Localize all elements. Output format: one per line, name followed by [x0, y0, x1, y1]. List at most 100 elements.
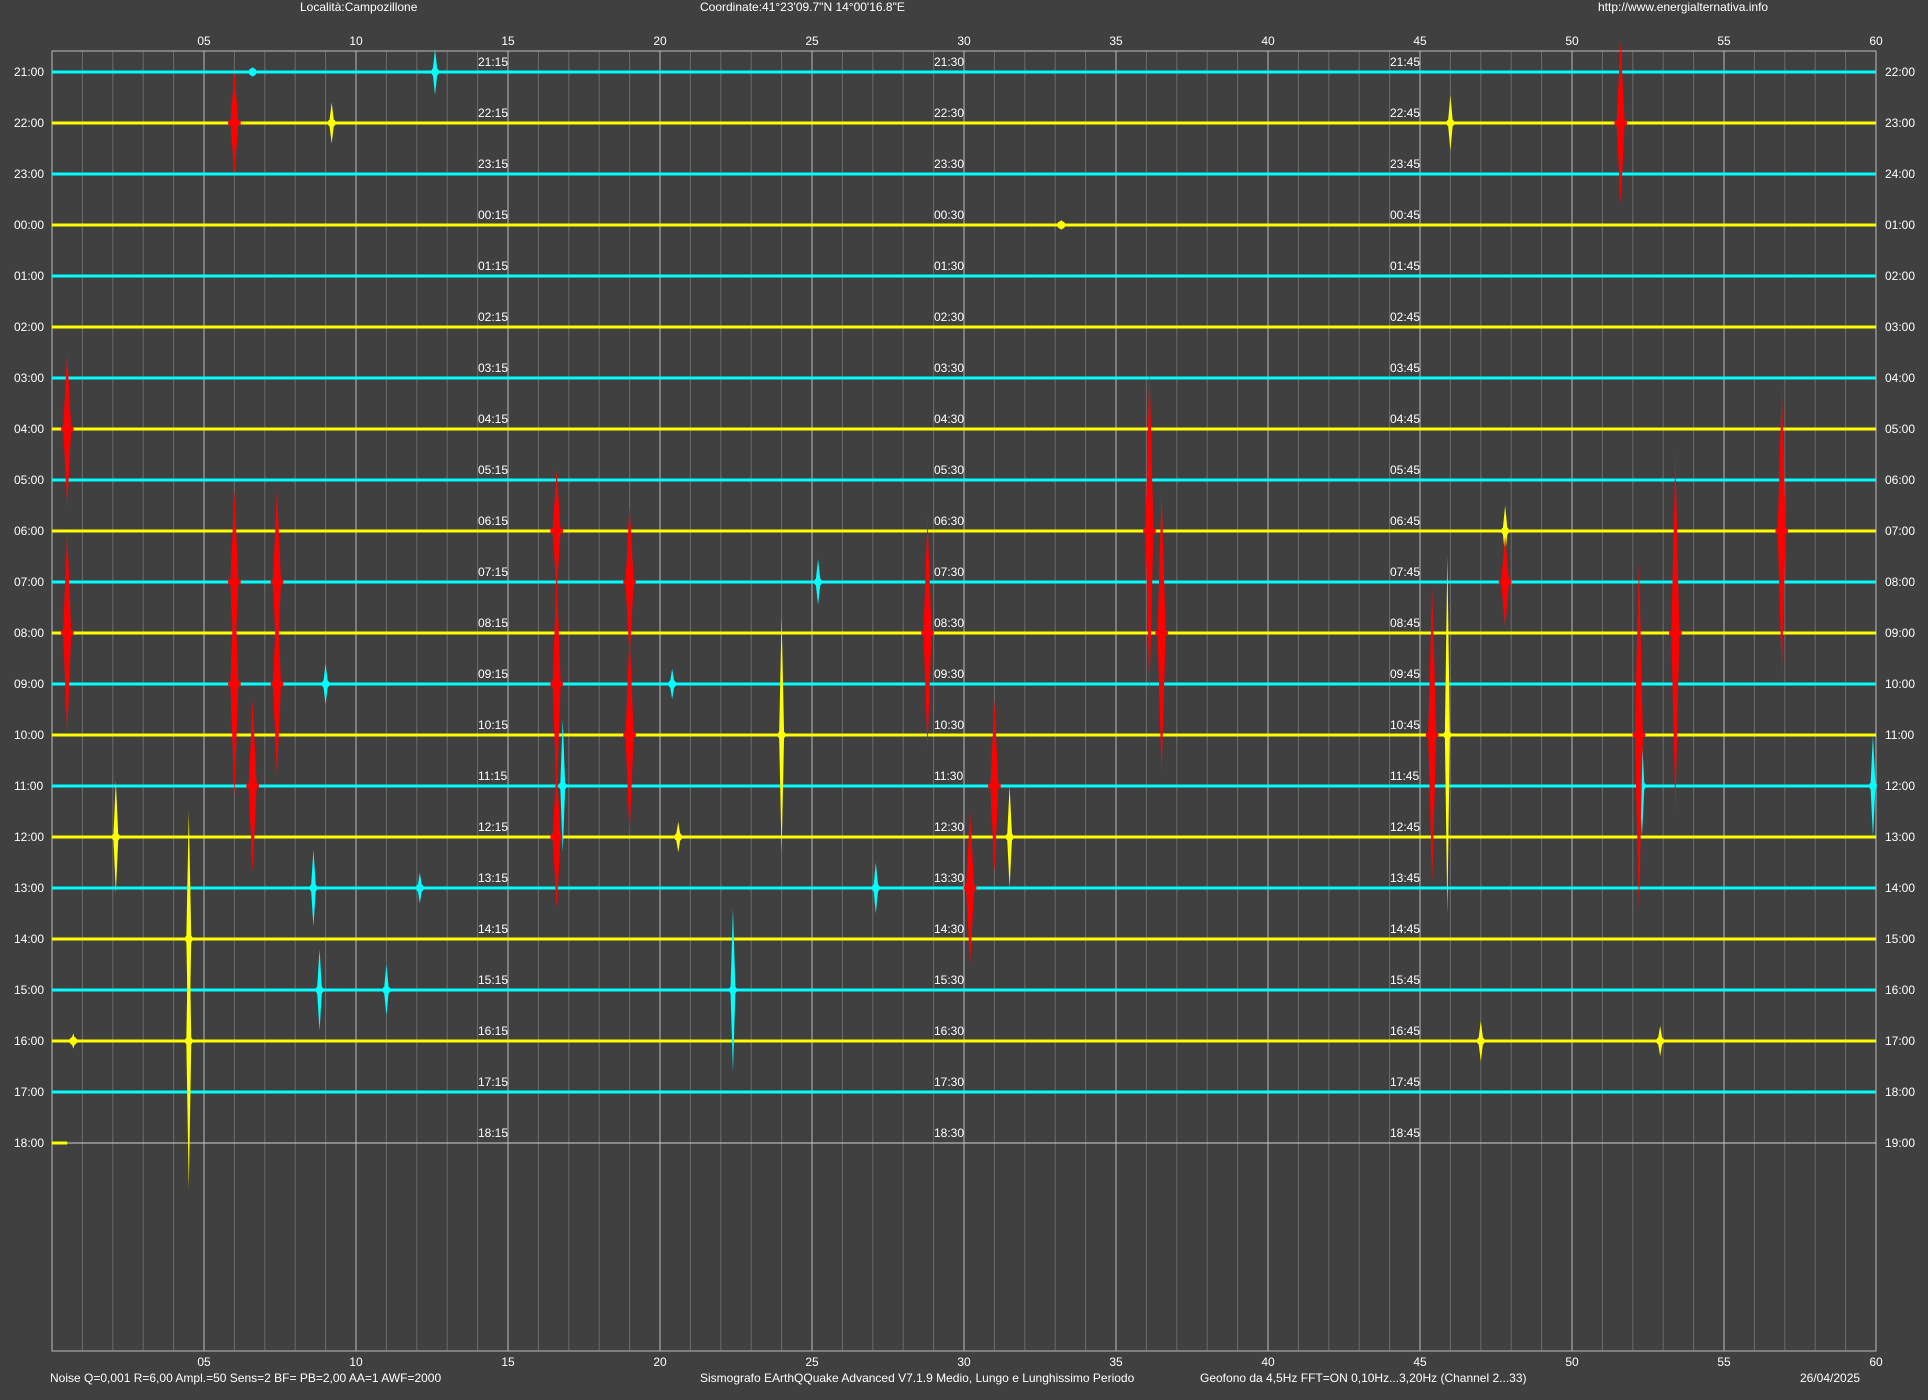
- x-tick-label-top: 15: [501, 34, 515, 48]
- hour-label-left: 22:00: [14, 116, 44, 130]
- quarter-hour-label: 15:15: [478, 973, 508, 987]
- seismic-event-core: [550, 527, 564, 535]
- seismic-event-core: [248, 68, 257, 76]
- seismic-event-core: [1476, 1037, 1485, 1045]
- seismic-event-core: [228, 680, 241, 688]
- quarter-hour-label: 18:30: [934, 1126, 964, 1140]
- quarter-hour-label: 17:45: [1390, 1075, 1420, 1089]
- x-tick-label-top: 55: [1717, 34, 1731, 48]
- hour-label-right: 14:00: [1885, 881, 1915, 895]
- quarter-hour-label: 06:45: [1390, 514, 1420, 528]
- hour-label-right: 07:00: [1885, 524, 1915, 538]
- hour-label-right: 10:00: [1885, 677, 1915, 691]
- quarter-hour-label: 06:30: [934, 514, 964, 528]
- hour-label-right: 13:00: [1885, 830, 1915, 844]
- quarter-hour-label: 17:30: [934, 1075, 964, 1089]
- seismic-event-core: [1668, 629, 1682, 637]
- x-tick-label-bottom: 40: [1261, 1355, 1275, 1369]
- quarter-hour-label: 23:30: [934, 157, 964, 171]
- quarter-hour-label: 04:30: [934, 412, 964, 426]
- seismic-event-core: [309, 884, 318, 892]
- hour-label-left: 14:00: [14, 932, 44, 946]
- seismic-event-core: [315, 986, 324, 994]
- hour-label-right: 22:00: [1885, 65, 1915, 79]
- hour-label-left: 01:00: [14, 269, 44, 283]
- quarter-hour-label: 07:15: [478, 565, 508, 579]
- quarter-hour-label: 11:45: [1390, 769, 1419, 783]
- hour-label-left: 23:00: [14, 167, 44, 181]
- quarter-hour-label: 06:15: [478, 514, 508, 528]
- x-tick-label-top: 50: [1565, 34, 1579, 48]
- quarter-hour-label: 22:45: [1390, 106, 1420, 120]
- hour-label-left: 17:00: [14, 1085, 44, 1099]
- hour-label-left: 15:00: [14, 983, 44, 997]
- quarter-hour-label: 22:15: [478, 106, 508, 120]
- seismic-event-core: [184, 1037, 193, 1045]
- quarter-hour-label: 05:45: [1390, 463, 1420, 477]
- quarter-hour-label: 08:30: [934, 616, 964, 630]
- x-tick-label-top: 60: [1869, 34, 1883, 48]
- quarter-hour-label: 12:45: [1390, 820, 1420, 834]
- quarter-hour-label: 01:30: [934, 259, 964, 273]
- quarter-hour-label: 00:45: [1390, 208, 1420, 222]
- quarter-hour-label: 08:45: [1390, 616, 1420, 630]
- hour-label-right: 24:00: [1885, 167, 1915, 181]
- hour-label-right: 19:00: [1885, 1136, 1915, 1150]
- seismic-event-core: [1501, 527, 1510, 535]
- x-tick-label-top: 40: [1261, 34, 1275, 48]
- seismic-event-core: [1143, 527, 1156, 535]
- x-tick-label-bottom: 45: [1413, 1355, 1427, 1369]
- x-tick-label-bottom: 05: [197, 1355, 211, 1369]
- seismic-event-core: [1632, 731, 1646, 739]
- seismic-event-core: [558, 782, 567, 790]
- hour-label-left: 10:00: [14, 728, 44, 742]
- seismic-event-core: [270, 578, 284, 586]
- hour-label-right: 09:00: [1885, 626, 1915, 640]
- seismic-event-core: [1446, 119, 1455, 127]
- quarter-hour-label: 14:45: [1390, 922, 1420, 936]
- seismic-event-core: [777, 731, 786, 739]
- hour-label-right: 15:00: [1885, 932, 1915, 946]
- quarter-hour-label: 00:30: [934, 208, 964, 222]
- hour-label-left: 12:00: [14, 830, 44, 844]
- quarter-hour-label: 22:30: [934, 106, 964, 120]
- hour-label-left: 02:00: [14, 320, 44, 334]
- seismic-event-core: [415, 884, 424, 892]
- seismic-event-core: [1443, 731, 1452, 739]
- hour-label-left: 03:00: [14, 371, 44, 385]
- quarter-hour-label: 11:30: [934, 769, 963, 783]
- hour-label-right: 11:00: [1885, 728, 1914, 742]
- hour-label-right: 12:00: [1885, 779, 1915, 793]
- seismic-event-core: [69, 1037, 78, 1045]
- hour-label-left: 11:00: [14, 779, 43, 793]
- hour-label-left: 08:00: [14, 626, 44, 640]
- quarter-hour-label: 15:45: [1390, 973, 1420, 987]
- hour-label-right: 01:00: [1885, 218, 1915, 232]
- quarter-hour-label: 04:45: [1390, 412, 1420, 426]
- quarter-hour-label: 02:30: [934, 310, 964, 324]
- quarter-hour-label: 23:15: [478, 157, 508, 171]
- hour-label-left: 18:00: [14, 1136, 44, 1150]
- seismic-event-core: [871, 884, 880, 892]
- hour-label-right: 05:00: [1885, 422, 1915, 436]
- hour-label-right: 06:00: [1885, 473, 1915, 487]
- quarter-hour-label: 23:45: [1390, 157, 1420, 171]
- quarter-hour-label: 18:15: [478, 1126, 508, 1140]
- hour-label-right: 16:00: [1885, 983, 1915, 997]
- seismic-event-core: [60, 629, 74, 637]
- seismic-event-core: [1498, 578, 1512, 586]
- x-tick-label-bottom: 55: [1717, 1355, 1731, 1369]
- x-tick-label-top: 35: [1109, 34, 1123, 48]
- quarter-hour-label: 13:45: [1390, 871, 1420, 885]
- seismic-event-core: [550, 833, 564, 841]
- quarter-hour-label: 14:30: [934, 922, 964, 936]
- quarter-hour-label: 11:15: [478, 769, 507, 783]
- seismic-event-core: [1775, 527, 1789, 535]
- seismic-event-core: [228, 119, 241, 127]
- quarter-hour-label: 07:30: [934, 565, 964, 579]
- hour-label-left: 09:00: [14, 677, 44, 691]
- date-label: 26/04/2025: [1800, 1371, 1861, 1385]
- x-tick-label-top: 20: [653, 34, 667, 48]
- seismic-event-core: [111, 833, 120, 841]
- seismic-event-core: [623, 578, 636, 586]
